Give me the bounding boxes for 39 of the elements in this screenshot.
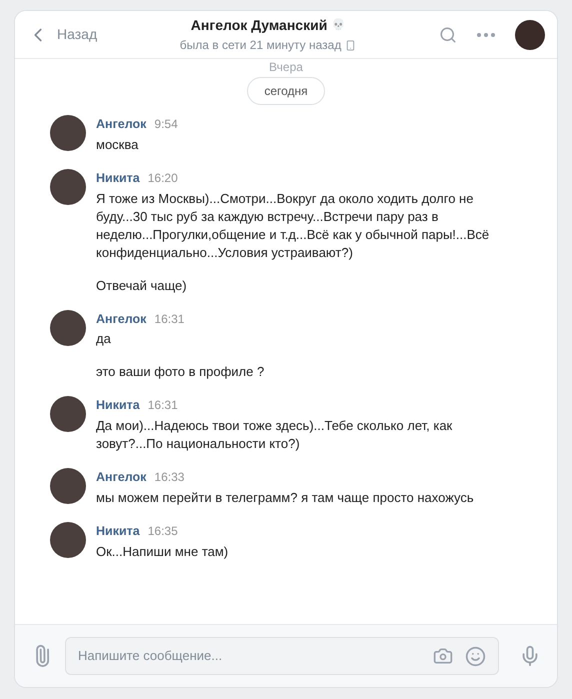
search-button[interactable] — [439, 26, 457, 44]
message-time: 16:20 — [148, 170, 178, 187]
online-status: была в сети 21 минуту назад — [180, 37, 342, 54]
author-name[interactable]: Никита — [96, 168, 140, 188]
author-name[interactable]: Никита — [96, 522, 140, 540]
message-text: да — [96, 330, 112, 348]
date-divider: Вчера — [269, 60, 303, 74]
author-name[interactable]: Ангелок — [96, 310, 146, 328]
message-text: мы можем перейти в телеграмм? я там чаще просто нахожусь — [96, 488, 474, 507]
author-name[interactable]: Никита — [96, 396, 140, 415]
phone-icon — [345, 40, 356, 50]
message-text: Отвечай чаще) — [96, 276, 188, 294]
chat-title: Ангелок Думанский — [190, 16, 328, 35]
message-time: 16:31 — [148, 397, 178, 414]
message-text: Ок...Напиши мне там) — [96, 542, 228, 560]
search-icon — [439, 26, 457, 44]
back-button[interactable]: Назад — [27, 24, 98, 46]
message-time: 16:31 — [154, 310, 184, 328]
message-text: это ваши фото в профиле ? — [96, 363, 264, 382]
message-time: 16:35 — [148, 522, 178, 540]
date-badge: сегодня — [247, 77, 325, 105]
author-name[interactable]: Ангелок — [96, 115, 146, 134]
avatar-photo-placeholder[interactable] — [50, 468, 86, 504]
message-text: Я тоже из Москвы)...Смотри...Вокруг да около ходить долго не буду...30 тыс руб за каждую встречу...Встречи пару раз в неделю...Прогулки,общение и т.д...Всё как у обычной пары!...Всё конфиденциально...Условия устраивают?) — [96, 190, 490, 262]
more-icon — [477, 32, 495, 36]
message-time: 16:33 — [154, 469, 184, 486]
author-name[interactable]: Ангелок — [96, 468, 146, 487]
skull-emoji: 💀 — [331, 18, 346, 34]
avatar-photo-placeholder[interactable] — [50, 522, 86, 558]
message-text: москва — [96, 136, 140, 154]
contact-avatar[interactable] — [515, 20, 545, 50]
message-time: 9:54 — [154, 116, 178, 133]
avatar-photo-placeholder[interactable] — [50, 168, 86, 205]
more-button[interactable] — [477, 32, 495, 36]
avatar-photo-placeholder[interactable] — [50, 396, 86, 432]
avatar-photo-placeholder[interactable] — [50, 115, 86, 151]
avatar-photo-placeholder[interactable] — [50, 310, 86, 346]
message-field[interactable]: Напишите сообщение... — [65, 637, 499, 675]
message-text: Да мои)...Надеюсь твои тоже здесь)...Тебе сколько лет, как зовут?...По национальности кто?) — [96, 417, 454, 453]
